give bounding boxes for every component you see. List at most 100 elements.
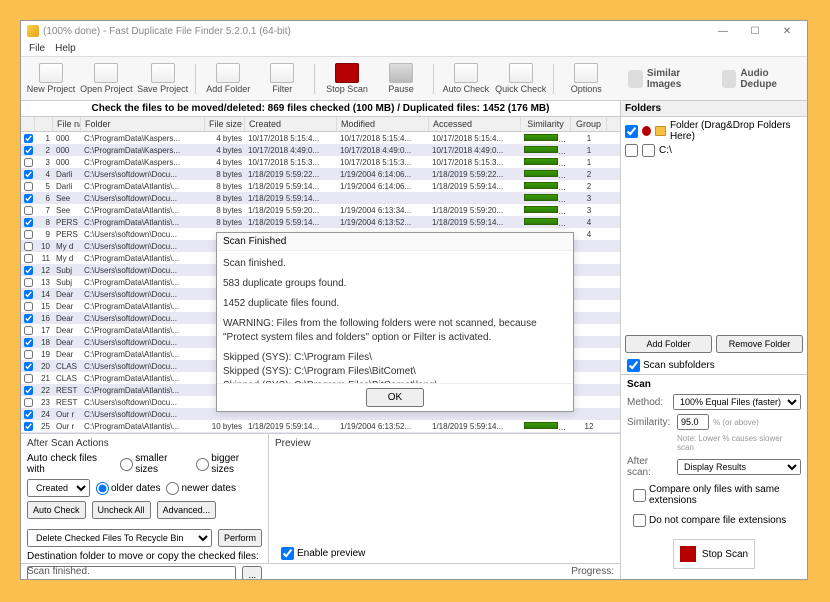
- remove-folder-button[interactable]: Remove Folder: [716, 335, 803, 353]
- row-checkbox[interactable]: [24, 410, 33, 419]
- add-folder-button[interactable]: Add Folder: [204, 61, 252, 96]
- similarity-input[interactable]: [677, 414, 709, 430]
- row-checkbox[interactable]: [24, 326, 33, 335]
- new-project-icon: [39, 63, 63, 83]
- older-dates-radio[interactable]: [96, 482, 109, 495]
- status-bar: Scan finished. Progress:: [21, 563, 620, 579]
- row-checkbox[interactable]: [24, 278, 33, 287]
- dialog-title: Scan Finished: [217, 233, 573, 251]
- open-project-icon: [94, 63, 118, 83]
- row-checkbox[interactable]: [24, 266, 33, 275]
- table-row[interactable]: 3000C:\ProgramData\Kaspers...4 bytes10/1…: [21, 156, 620, 168]
- folder-hint-checkbox[interactable]: [625, 125, 638, 138]
- minimize-button[interactable]: —: [709, 23, 737, 39]
- auto-check-button[interactable]: Auto Check: [27, 501, 86, 519]
- stop-scan-button[interactable]: Stop Scan: [673, 539, 755, 569]
- created-select[interactable]: Created: [27, 479, 90, 497]
- options-button[interactable]: Options: [562, 61, 610, 96]
- table-row[interactable]: 7SeeC:\ProgramData\Atlantis\...8 bytes1/…: [21, 204, 620, 216]
- stop-scan-button[interactable]: Stop Scan: [323, 61, 371, 96]
- enable-preview-checkbox[interactable]: [281, 547, 294, 560]
- folder-hint: Folder (Drag&Drop Folders Here): [670, 120, 803, 142]
- advanced-button[interactable]: Advanced...: [157, 501, 217, 519]
- row-checkbox[interactable]: [24, 230, 33, 239]
- after-scan-select[interactable]: Display Results: [677, 459, 801, 475]
- col-group[interactable]: Group: [571, 117, 607, 131]
- close-button[interactable]: ✕: [773, 23, 801, 39]
- table-row[interactable]: 2000C:\ProgramData\Kaspers...4 bytes10/1…: [21, 144, 620, 156]
- scan-note: Note: Lower % causes slower scan: [627, 434, 801, 452]
- save-project-button[interactable]: Save Project: [138, 61, 188, 96]
- row-checkbox[interactable]: [24, 362, 33, 371]
- filter-button[interactable]: Filter: [258, 61, 306, 96]
- method-select[interactable]: 100% Equal Files (faster): [673, 394, 801, 410]
- row-checkbox[interactable]: [24, 290, 33, 299]
- menu-help[interactable]: Help: [55, 43, 76, 54]
- maximize-button[interactable]: ☐: [741, 23, 769, 39]
- row-checkbox[interactable]: [24, 254, 33, 263]
- row-checkbox[interactable]: [24, 398, 33, 407]
- menubar: File Help: [21, 41, 807, 57]
- dialog-body: Scan finished.583 duplicate groups found…: [217, 251, 573, 383]
- row-checkbox[interactable]: [24, 206, 33, 215]
- row-checkbox[interactable]: [24, 158, 33, 167]
- row-checkbox[interactable]: [24, 350, 33, 359]
- exclude-icon: [642, 126, 651, 136]
- new-project-button[interactable]: New Project: [27, 61, 75, 96]
- bigger-sizes-radio[interactable]: [196, 458, 209, 471]
- table-row[interactable]: 4DarliC:\Users\softdown\Docu...8 bytes1/…: [21, 168, 620, 180]
- compare-ext-checkbox[interactable]: [633, 489, 646, 502]
- audio-dedupe-link[interactable]: Audio Dedupe: [716, 66, 801, 92]
- col-similarity[interactable]: Similarity: [521, 117, 571, 131]
- table-row[interactable]: 1000C:\ProgramData\Kaspers...4 bytes10/1…: [21, 132, 620, 144]
- table-row[interactable]: 26DearC:\ProgramData\Atlantis\...10 byte…: [21, 432, 620, 433]
- table-row[interactable]: 8PERSC:\ProgramData\Atlantis\...8 bytes1…: [21, 216, 620, 228]
- row-checkbox[interactable]: [24, 314, 33, 323]
- col-accessed[interactable]: Accessed: [429, 117, 521, 131]
- folder-root-checkbox[interactable]: [625, 144, 638, 157]
- table-row[interactable]: 6SeeC:\Users\softdown\Docu...8 bytes1/18…: [21, 192, 620, 204]
- table-row[interactable]: 25Our rC:\ProgramData\Atlantis\...10 byt…: [21, 420, 620, 432]
- row-checkbox[interactable]: [24, 134, 33, 143]
- open-project-button[interactable]: Open Project: [81, 61, 132, 96]
- add-folder-button[interactable]: Add Folder: [625, 335, 712, 353]
- folders-tree[interactable]: Folder (Drag&Drop Folders Here) C:\: [621, 117, 807, 331]
- col-modified[interactable]: Modified: [337, 117, 429, 131]
- row-checkbox[interactable]: [24, 422, 33, 431]
- row-checkbox[interactable]: [24, 182, 33, 191]
- audio-dedupe-icon: [722, 70, 737, 88]
- row-checkbox[interactable]: [24, 218, 33, 227]
- row-checkbox[interactable]: [24, 302, 33, 311]
- col-filesize[interactable]: File size: [205, 117, 245, 131]
- quick-check-button[interactable]: Quick Check: [496, 61, 546, 96]
- similar-images-link[interactable]: Similar Images: [622, 66, 710, 92]
- folder-root: C:\: [659, 145, 672, 156]
- scan-subfolders-checkbox[interactable]: [627, 359, 640, 372]
- method-label: Method:: [627, 397, 669, 408]
- file-list[interactable]: Scan Finished Scan finished.583 duplicat…: [21, 132, 620, 433]
- pause-button[interactable]: Pause: [377, 61, 425, 96]
- col-filename[interactable]: File name: [53, 117, 81, 131]
- row-checkbox[interactable]: [24, 194, 33, 203]
- row-checkbox[interactable]: [24, 242, 33, 251]
- newer-dates-radio[interactable]: [166, 482, 179, 495]
- dialog-ok-button[interactable]: OK: [366, 388, 424, 407]
- row-checkbox[interactable]: [24, 170, 33, 179]
- smaller-sizes-radio[interactable]: [120, 458, 133, 471]
- col-folder[interactable]: Folder: [81, 117, 205, 131]
- auto-check-button[interactable]: Auto Check: [442, 61, 490, 96]
- no-compare-ext-checkbox[interactable]: [633, 514, 646, 527]
- perform-button[interactable]: Perform: [218, 529, 262, 547]
- row-checkbox[interactable]: [24, 386, 33, 395]
- scan-subfolders-label: Scan subfolders: [643, 360, 715, 371]
- delete-action-select[interactable]: Delete Checked Files To Recycle Bin: [27, 529, 212, 547]
- table-row[interactable]: 5DarliC:\ProgramData\Atlantis\...8 bytes…: [21, 180, 620, 192]
- row-checkbox[interactable]: [24, 338, 33, 347]
- row-checkbox[interactable]: [24, 374, 33, 383]
- row-checkbox[interactable]: [24, 146, 33, 155]
- stop-icon: [680, 546, 696, 562]
- col-created[interactable]: Created: [245, 117, 337, 131]
- folder-root-checkbox2[interactable]: [642, 144, 655, 157]
- uncheck-all-button[interactable]: Uncheck All: [92, 501, 151, 519]
- menu-file[interactable]: File: [29, 43, 45, 54]
